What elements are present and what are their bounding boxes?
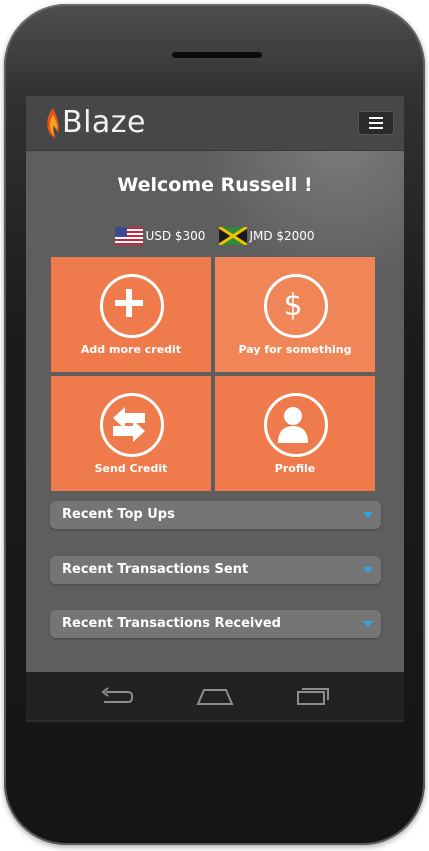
add-credit-tile[interactable]: Add more credit — [51, 257, 211, 372]
app-logo[interactable]: Blaze — [44, 102, 146, 144]
section-label: Recent Transactions Sent — [62, 562, 249, 577]
welcome-heading: Welcome Russell ! — [117, 174, 313, 196]
back-icon[interactable] — [98, 684, 134, 706]
usd-balance-text: USD $300 — [145, 229, 206, 243]
pay-tile[interactable]: $ Pay for something — [215, 257, 375, 372]
jmd-balance: JMD $2000 — [219, 227, 315, 245]
hamburger-menu-icon[interactable] — [358, 111, 394, 135]
pay-label: Pay for something — [238, 343, 352, 356]
recent-transactions-sent-section[interactable]: Recent Transactions Sent — [50, 556, 381, 584]
send-credit-label: Send Credit — [94, 462, 168, 475]
app-screen: Blaze Welcome Russell ! USD $300 JMD $20… — [26, 96, 404, 720]
chevron-down-icon — [363, 567, 373, 573]
bezel-divider — [26, 720, 404, 722]
recent-top-ups-section[interactable]: Recent Top Ups — [50, 501, 381, 529]
action-tiles: Add more credit $ Pay for something Send… — [51, 257, 375, 491]
jamaica-flag-icon — [219, 227, 248, 245]
exchange-arrows-icon — [100, 393, 164, 457]
add-credit-label: Add more credit — [80, 343, 182, 356]
chevron-down-icon — [363, 621, 373, 627]
section-label: Recent Transactions Received — [62, 616, 281, 631]
profile-label: Profile — [274, 462, 316, 475]
usd-balance: USD $300 — [115, 227, 205, 245]
us-flag-icon — [115, 227, 144, 245]
chevron-down-icon — [363, 512, 373, 518]
logo-text: Blaze — [62, 105, 147, 140]
user-icon — [264, 393, 328, 457]
send-credit-tile[interactable]: Send Credit — [51, 376, 211, 491]
dollar-icon: $ — [264, 274, 328, 338]
flame-icon — [47, 108, 59, 138]
phone-speaker — [172, 52, 262, 58]
app-header: Blaze — [26, 96, 404, 151]
recent-transactions-received-section[interactable]: Recent Transactions Received — [50, 610, 381, 638]
android-navbar — [26, 672, 404, 720]
section-label: Recent Top Ups — [62, 507, 175, 522]
profile-tile[interactable]: Profile — [215, 376, 375, 491]
jmd-balance-text: JMD $2000 — [249, 229, 315, 243]
home-icon[interactable] — [196, 684, 234, 706]
balances-row: USD $300 JMD $2000 — [26, 227, 404, 245]
phone-shine — [4, 4, 425, 94]
plus-icon — [100, 274, 164, 338]
recent-apps-icon[interactable] — [296, 684, 332, 706]
svg-text:$: $ — [283, 288, 302, 323]
